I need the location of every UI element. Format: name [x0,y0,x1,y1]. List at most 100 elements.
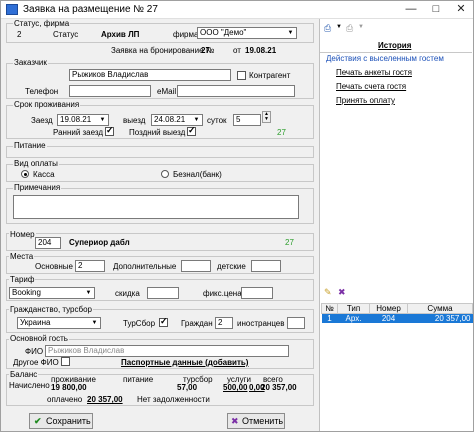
cash-label: Касса [33,170,55,179]
meals-group-label: Питание [13,141,47,150]
notes-textarea[interactable] [13,195,299,219]
no-debt-label: Нет задолженности [137,395,210,404]
tariff-select-value: Booking [12,288,41,297]
checkout-date-value: 24.08.21 [154,115,186,124]
kids-places-label: детские [217,262,246,271]
notes-group-label: Примечания [13,183,62,192]
customer-group-label: Заказчик [13,58,48,67]
window-title: Заявка на размещение № 27 [23,4,158,15]
phone-field[interactable] [69,85,151,97]
delete-payment-icon[interactable]: ✖ [338,287,346,298]
phone-label: Телефон [25,87,59,96]
fixed-price-field[interactable] [241,287,273,299]
tourtax-checkbox[interactable] [159,316,168,327]
cashless-label: Безнал(банк) [173,170,222,179]
checkin-date-value: 19.08.21 [60,115,92,124]
balance-col-value: 500,00 [223,383,248,392]
firm-select[interactable]: ООО "Демо" ▼ [197,27,297,39]
chevron-down-icon: ▼ [358,24,364,30]
firm-label: фирма [173,30,199,39]
extra-places-field[interactable] [181,260,211,272]
payment-group-label: Вид оплаты [13,159,59,168]
guest-group-label: Основной гость [9,334,69,343]
app-icon [6,4,18,15]
kids-places-field[interactable] [251,260,281,272]
main-places-field[interactable]: 2 [75,260,105,272]
add-payment-icon[interactable]: ✎ [324,287,332,298]
status-number: 2 [17,30,22,39]
history-table: № Тип Номер Сумма 1 Арх. 204 20 357,00 [321,303,473,323]
tourtax-label: ТурСбор [123,319,156,328]
early-checkin-checkbox[interactable] [105,125,114,136]
stay-count: 27 [277,128,286,137]
cashless-radio[interactable] [161,170,169,178]
places-group-label: Места [9,252,35,261]
chevron-down-icon[interactable]: ▼ [336,24,342,30]
history-cell: 1 [327,314,332,323]
nights-spinner[interactable]: ▲ ▼ [262,111,271,123]
actions-header: Действия с выселенным гостем [326,54,444,63]
balance-col-value: 20 357,00 [261,383,297,392]
checkout-label: выезд [123,116,146,125]
email-field[interactable] [177,85,295,97]
discount-field[interactable] [147,287,179,299]
meals-group [6,146,314,158]
guest-fio-label: ФИО [25,347,44,356]
history-panel: ⎙ ▼ ⎙ ▼ История Действия с выселенным го… [319,19,473,431]
balance-col-label: турсбор [183,375,213,384]
save-button[interactable]: ✔ Сохранить [29,413,93,429]
cancel-button-label: Отменить [242,416,284,426]
print-icon[interactable]: ⎙ [324,23,331,34]
foreigners-field[interactable] [287,317,305,329]
maximize-icon[interactable]: □ [424,2,448,18]
other-fio-checkbox[interactable] [61,357,70,366]
discount-label: скидка [115,289,140,298]
room-type: Супериор дабл [69,238,130,247]
title-bar: Заявка на размещение № 27 — □ ✕ [1,1,473,19]
checkin-date-field[interactable]: 19.08.21 ▼ [57,114,109,126]
room-number-field[interactable]: 204 [35,237,61,249]
history-col-header: Номер [369,303,408,314]
early-checkin-label: Ранний заезд [53,128,104,137]
chevron-down-icon: ▼ [91,320,98,326]
table-row[interactable]: 1 Арх. 204 20 357,00 [321,313,473,323]
booking-date: 19.08.21 [245,46,277,55]
late-checkout-checkbox[interactable] [187,125,196,136]
passport-data-link[interactable]: Паспортные данные (добавить) [121,358,248,367]
balance-col-label: питание [123,375,154,384]
history-title: История [378,41,412,50]
guest-fio-field[interactable]: Рыжиков Владислав [45,345,289,357]
booking-from-label: от [233,46,241,55]
print-guest-form-link[interactable]: Печать анкеты гостя [336,68,412,77]
checkmark-icon: ✔ [34,416,42,426]
email-label: eMail [157,87,177,96]
counterparty-checkbox[interactable] [237,71,246,80]
calendar-dropdown-icon: ▼ [99,117,106,123]
status-group-label: Статус, фирма [13,19,71,28]
tariff-group-label: Тариф [9,275,36,284]
history-cell: 204 [381,314,396,323]
balance-col-value: 19 800,00 [51,383,87,392]
cancel-button[interactable]: ✖ Отменить [227,413,285,429]
tariff-select[interactable]: Booking ▼ [9,287,95,299]
cancel-icon: ✖ [231,416,239,426]
history-col-header: № [321,303,338,314]
paid-label: оплачено [47,395,83,404]
customer-name-field[interactable]: Рыжиков Владислав [69,69,231,81]
paid-value: 20 357,00 [87,395,123,404]
country-select[interactable]: Украина ▼ [17,317,101,329]
cash-radio[interactable] [21,170,29,178]
accept-payment-link[interactable]: Принять оплату [336,96,395,105]
balance-col-value: 57,00 [177,383,198,392]
room-group-label: Номер [9,230,36,239]
extra-places-label: Дополнительные [113,262,177,271]
minimize-icon[interactable]: — [399,2,423,18]
citizens-field[interactable]: 2 [215,317,233,329]
close-icon[interactable]: ✕ [449,2,473,18]
print-guest-invoice-link[interactable]: Печать счета гостя [336,82,406,91]
balance-group-label: Баланс [9,370,39,379]
booking-label: Заявка на бронирование № [111,46,215,55]
nights-field[interactable]: 5 [233,114,261,126]
chevron-down-icon: ▼ [287,30,294,36]
checkin-label: Заезд [31,116,53,125]
